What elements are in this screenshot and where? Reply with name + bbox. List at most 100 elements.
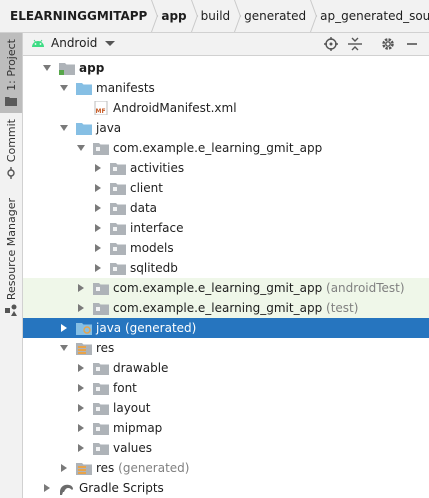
view-mode-dropdown[interactable]: Android	[31, 36, 116, 50]
breadcrumb-item-generated[interactable]: generated	[234, 9, 306, 23]
chevron-right-icon[interactable]	[92, 182, 104, 194]
package-icon	[93, 381, 109, 395]
android-icon	[32, 39, 44, 47]
chevron-down-icon[interactable]	[75, 142, 87, 154]
tree-node[interactable]: manifests	[23, 78, 429, 98]
tree-node[interactable]: layout	[23, 398, 429, 418]
arrow-spacer	[75, 102, 87, 114]
tree-node-label: values	[113, 441, 153, 455]
source-folder-icon	[76, 121, 92, 135]
chevron-right-icon[interactable]	[92, 162, 104, 174]
chevron-down-icon[interactable]	[58, 342, 70, 354]
chevron-right-icon[interactable]	[75, 422, 87, 434]
chevron-down-icon[interactable]	[58, 122, 70, 134]
chevron-down-icon[interactable]	[58, 82, 70, 94]
tree-node[interactable]: values	[23, 438, 429, 458]
resource-folder-icon	[76, 341, 92, 355]
tree-node-label: res	[96, 461, 115, 475]
tree-node[interactable]: com.example.e_learning_gmit_app	[23, 138, 429, 158]
tree-node[interactable]: drawable	[23, 358, 429, 378]
tree-node[interactable]: com.example.e_learning_gmit_app (test)	[23, 298, 429, 318]
tree-node-label: Gradle Scripts	[79, 481, 164, 495]
tree-node[interactable]: app	[23, 58, 429, 78]
tree-node[interactable]: mipmap	[23, 418, 429, 438]
chevron-right-icon[interactable]	[92, 242, 104, 254]
package-icon	[110, 261, 126, 275]
chevron-right-icon[interactable]	[92, 222, 104, 234]
chevron-right-icon[interactable]	[75, 362, 87, 374]
tree-node[interactable]: MF AndroidManifest.xml	[23, 98, 429, 118]
chevron-down-icon[interactable]	[41, 62, 53, 74]
package-icon	[93, 401, 109, 415]
view-mode-label: Android	[51, 36, 98, 50]
tree-node-label: drawable	[113, 361, 169, 375]
chevron-right-icon[interactable]	[58, 322, 70, 334]
tree-node-label: com.example.e_learning_gmit_app	[113, 281, 323, 295]
tree-node-suffix: (generated)	[124, 321, 197, 335]
tree-node-label: layout	[113, 401, 151, 415]
tree-node[interactable]: models	[23, 238, 429, 258]
generated-source-folder-icon	[76, 321, 92, 335]
chevron-right-icon[interactable]	[75, 282, 87, 294]
package-icon	[93, 421, 109, 435]
collapse-all-icon[interactable]	[346, 35, 364, 53]
tree-node[interactable]: java (generated)	[23, 318, 429, 338]
tree-node[interactable]: res	[23, 338, 429, 358]
tree-node[interactable]: font	[23, 378, 429, 398]
tree-node-label: client	[130, 181, 163, 195]
tree-node-label: font	[113, 381, 137, 395]
chevron-right-icon[interactable]	[92, 262, 104, 274]
chevron-right-icon[interactable]	[75, 382, 87, 394]
tree-node-label: app	[79, 61, 105, 75]
chevron-right-icon[interactable]	[41, 482, 53, 494]
tree-node[interactable]: activities	[23, 158, 429, 178]
tree-node-label: AndroidManifest.xml	[113, 101, 237, 115]
tree-node[interactable]: data	[23, 198, 429, 218]
tree-node[interactable]: sqlitedb	[23, 258, 429, 278]
package-icon	[93, 301, 109, 315]
tree-node[interactable]: Gradle Scripts	[23, 478, 429, 498]
tree-node-suffix: (androidTest)	[326, 281, 405, 295]
breadcrumb-item-project[interactable]: ELEARNINGGMITAPP	[0, 9, 147, 23]
package-icon	[110, 201, 126, 215]
tree-node[interactable]: com.example.e_learning_gmit_app (android…	[23, 278, 429, 298]
tree-node[interactable]: java	[23, 118, 429, 138]
resource-manager-icon	[5, 304, 17, 316]
locate-icon[interactable]	[322, 35, 340, 53]
commit-icon	[7, 167, 15, 179]
tool-window-strip: 1: Project Commit Resource Manager	[0, 33, 23, 498]
tree-node[interactable]: client	[23, 178, 429, 198]
tree-node[interactable]: res (generated)	[23, 458, 429, 478]
tree-node-label: data	[130, 201, 158, 215]
svg-text:MF: MF	[96, 108, 106, 115]
tree-node-label: interface	[130, 221, 184, 235]
minimize-icon[interactable]	[403, 35, 421, 53]
tree-node-suffix: (test)	[326, 301, 359, 315]
package-icon	[110, 221, 126, 235]
resource-manager-tool-button[interactable]: Resource Manager	[0, 198, 22, 318]
tree-node-suffix: (generated)	[118, 461, 190, 475]
chevron-right-icon[interactable]	[92, 202, 104, 214]
tree-node-label: java	[96, 121, 122, 135]
commit-tool-button[interactable]: Commit	[0, 119, 22, 181]
chevron-right-icon[interactable]	[75, 402, 87, 414]
resource-folder-icon	[76, 461, 92, 475]
tree-node-label: com.example.e_learning_gmit_app	[113, 301, 323, 315]
tree-node-label: com.example.e_learning_gmit_app	[113, 141, 323, 155]
breadcrumb-item-ap-generated-sources[interactable]: ap_generated_sources	[310, 9, 429, 23]
chevron-right-icon[interactable]	[58, 462, 70, 474]
tree-node-label: java	[96, 321, 122, 335]
package-icon	[110, 241, 126, 255]
package-icon	[93, 441, 109, 455]
package-icon	[110, 181, 126, 195]
project-panel-header: Android	[23, 33, 429, 56]
gear-icon[interactable]	[379, 35, 397, 53]
tree-node[interactable]: interface	[23, 218, 429, 238]
tree-node-label: models	[130, 241, 174, 255]
chevron-down-icon	[105, 40, 116, 46]
chevron-right-icon[interactable]	[75, 302, 87, 314]
package-icon	[93, 281, 109, 295]
project-tool-button[interactable]: 1: Project	[0, 33, 22, 113]
chevron-right-icon[interactable]	[75, 442, 87, 454]
tree-node-label: sqlitedb	[130, 261, 178, 275]
